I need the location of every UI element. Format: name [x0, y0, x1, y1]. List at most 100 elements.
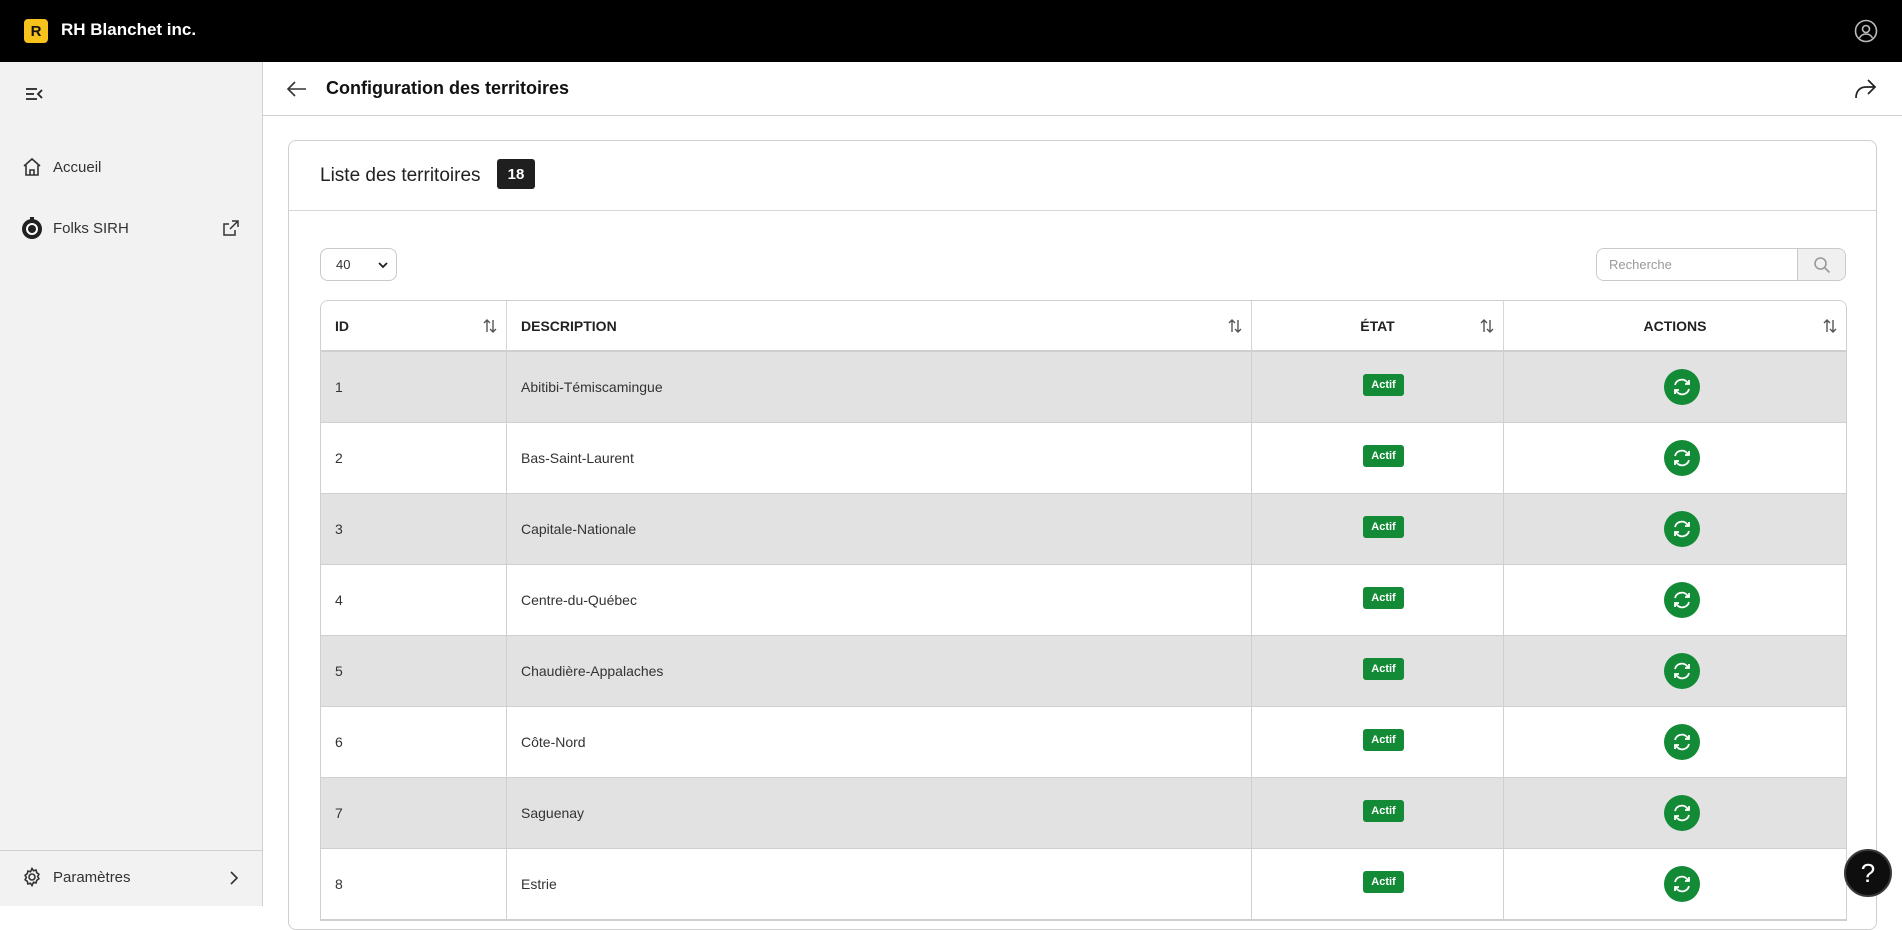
- refresh-icon: [1674, 591, 1690, 609]
- cell-id: 6: [321, 707, 507, 777]
- cell-description: Abitibi-Témiscamingue: [507, 352, 1252, 422]
- cell-actions: [1504, 778, 1846, 848]
- page-size-select[interactable]: 40: [320, 248, 397, 281]
- cell-description: Chaudière-Appalaches: [507, 636, 1252, 706]
- search-box: [1596, 248, 1846, 281]
- page-size-value: 40: [336, 257, 351, 272]
- cell-id: 5: [321, 636, 507, 706]
- cell-actions: [1504, 849, 1846, 919]
- home-icon: [23, 157, 41, 176]
- table-row: 2 Bas-Saint-Laurent Actif: [321, 423, 1846, 494]
- column-label: DESCRIPTION: [521, 317, 617, 334]
- table-row: 6 Côte-Nord Actif: [321, 707, 1846, 778]
- column-label: ACTIONS: [1643, 317, 1707, 334]
- sidebar-item-accueil[interactable]: Accueil: [0, 147, 263, 187]
- folks-icon: [22, 217, 42, 239]
- toggle-status-button[interactable]: [1664, 724, 1700, 760]
- search-input[interactable]: [1597, 249, 1797, 280]
- column-label: ID: [335, 317, 349, 334]
- cell-etat: Actif: [1252, 849, 1504, 919]
- status-badge: Actif: [1363, 373, 1404, 396]
- column-header-id[interactable]: ID: [321, 301, 507, 350]
- cell-etat: Actif: [1252, 778, 1504, 848]
- cell-id: 7: [321, 778, 507, 848]
- back-arrow-icon[interactable]: [285, 77, 309, 101]
- toggle-status-button[interactable]: [1664, 369, 1700, 405]
- cell-id: 3: [321, 494, 507, 564]
- sidebar-item-label: Paramètres: [53, 869, 131, 886]
- chevron-down-icon: [378, 262, 388, 269]
- territories-card: Liste des territoires 18 40 ID DESCRIPTI…: [288, 140, 1877, 930]
- territories-table: ID DESCRIPTION ÉTAT ACTIONS 1 Abitibi-Tém…: [320, 300, 1847, 921]
- help-button[interactable]: ?: [1844, 849, 1892, 897]
- cell-etat: Actif: [1252, 707, 1504, 777]
- table-row: 8 Estrie Actif: [321, 849, 1846, 920]
- share-icon[interactable]: [1852, 76, 1878, 102]
- cell-description: Bas-Saint-Laurent: [507, 423, 1252, 493]
- sort-icon[interactable]: [1227, 318, 1243, 334]
- status-badge: Actif: [1363, 586, 1404, 609]
- sort-icon[interactable]: [482, 318, 498, 334]
- cell-etat: Actif: [1252, 494, 1504, 564]
- column-label: ÉTAT: [1360, 317, 1395, 334]
- cell-description: Côte-Nord: [507, 707, 1252, 777]
- cell-id: 1: [321, 352, 507, 422]
- cell-etat: Actif: [1252, 352, 1504, 422]
- cell-etat: Actif: [1252, 423, 1504, 493]
- status-badge: Actif: [1363, 515, 1404, 538]
- company-name[interactable]: RH Blanchet inc.: [61, 20, 196, 40]
- status-badge: Actif: [1363, 444, 1404, 467]
- external-link-icon[interactable]: [222, 219, 240, 237]
- user-account-icon[interactable]: [1854, 19, 1878, 43]
- toggle-status-button[interactable]: [1664, 653, 1700, 689]
- table-body: 1 Abitibi-Témiscamingue Actif 2 Bas-Saint-La…: [321, 352, 1846, 920]
- refresh-icon: [1674, 662, 1690, 680]
- cell-etat: Actif: [1252, 565, 1504, 635]
- collapse-sidebar-icon[interactable]: [23, 83, 45, 105]
- cell-description: Capitale-Nationale: [507, 494, 1252, 564]
- sidebar-item-folks-sirh[interactable]: Folks SIRH: [0, 208, 263, 248]
- cell-actions: [1504, 707, 1846, 777]
- cell-actions: [1504, 636, 1846, 706]
- company-logo[interactable]: R: [24, 19, 48, 43]
- search-icon: [1813, 256, 1830, 273]
- page-title: Configuration des territoires: [326, 78, 570, 98]
- cell-description: Centre-du-Québec: [507, 565, 1252, 635]
- status-badge: Actif: [1363, 799, 1404, 822]
- cell-id: 8: [321, 849, 507, 919]
- status-badge: Actif: [1363, 870, 1404, 893]
- refresh-icon: [1674, 804, 1690, 822]
- top-bar: R RH Blanchet inc.: [0, 0, 1902, 62]
- refresh-icon: [1674, 449, 1690, 467]
- toggle-status-button[interactable]: [1664, 511, 1700, 547]
- cell-etat: Actif: [1252, 636, 1504, 706]
- cell-description: Saguenay: [507, 778, 1252, 848]
- search-button[interactable]: [1797, 249, 1845, 280]
- table-row: 5 Chaudière-Appalaches Actif: [321, 636, 1846, 707]
- sidebar-item-parametres[interactable]: Paramètres: [0, 850, 263, 906]
- table-row: 3 Capitale-Nationale Actif: [321, 494, 1846, 565]
- cell-id: 2: [321, 423, 507, 493]
- column-header-description[interactable]: DESCRIPTION: [507, 301, 1252, 350]
- status-badge: Actif: [1363, 657, 1404, 680]
- table-row: 4 Centre-du-Québec Actif: [321, 565, 1846, 636]
- cell-description: Estrie: [507, 849, 1252, 919]
- table-row: 1 Abitibi-Témiscamingue Actif: [321, 352, 1846, 423]
- column-header-actions[interactable]: ACTIONS: [1504, 301, 1846, 350]
- column-header-etat[interactable]: ÉTAT: [1252, 301, 1504, 350]
- sort-icon[interactable]: [1479, 318, 1495, 334]
- card-header: Liste des territoires 18: [289, 141, 1876, 211]
- sidebar-item-label: Accueil: [53, 158, 102, 176]
- refresh-icon: [1674, 733, 1690, 751]
- toggle-status-button[interactable]: [1664, 866, 1700, 902]
- cell-actions: [1504, 352, 1846, 422]
- sidebar-item-label: Folks SIRH: [53, 219, 129, 237]
- toggle-status-button[interactable]: [1664, 795, 1700, 831]
- refresh-icon: [1674, 378, 1690, 396]
- toggle-status-button[interactable]: [1664, 440, 1700, 476]
- chevron-right-icon: [230, 871, 239, 885]
- sort-icon[interactable]: [1822, 318, 1838, 334]
- cell-actions: [1504, 423, 1846, 493]
- refresh-icon: [1674, 520, 1690, 538]
- toggle-status-button[interactable]: [1664, 582, 1700, 618]
